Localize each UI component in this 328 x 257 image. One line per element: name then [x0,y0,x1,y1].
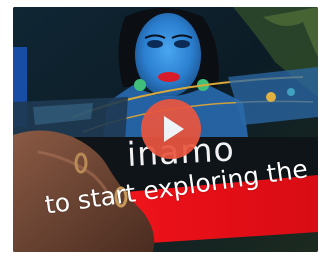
play-icon [164,116,184,142]
play-button[interactable] [141,99,201,159]
video-frame[interactable]: inamo to start exploring the [13,7,318,252]
